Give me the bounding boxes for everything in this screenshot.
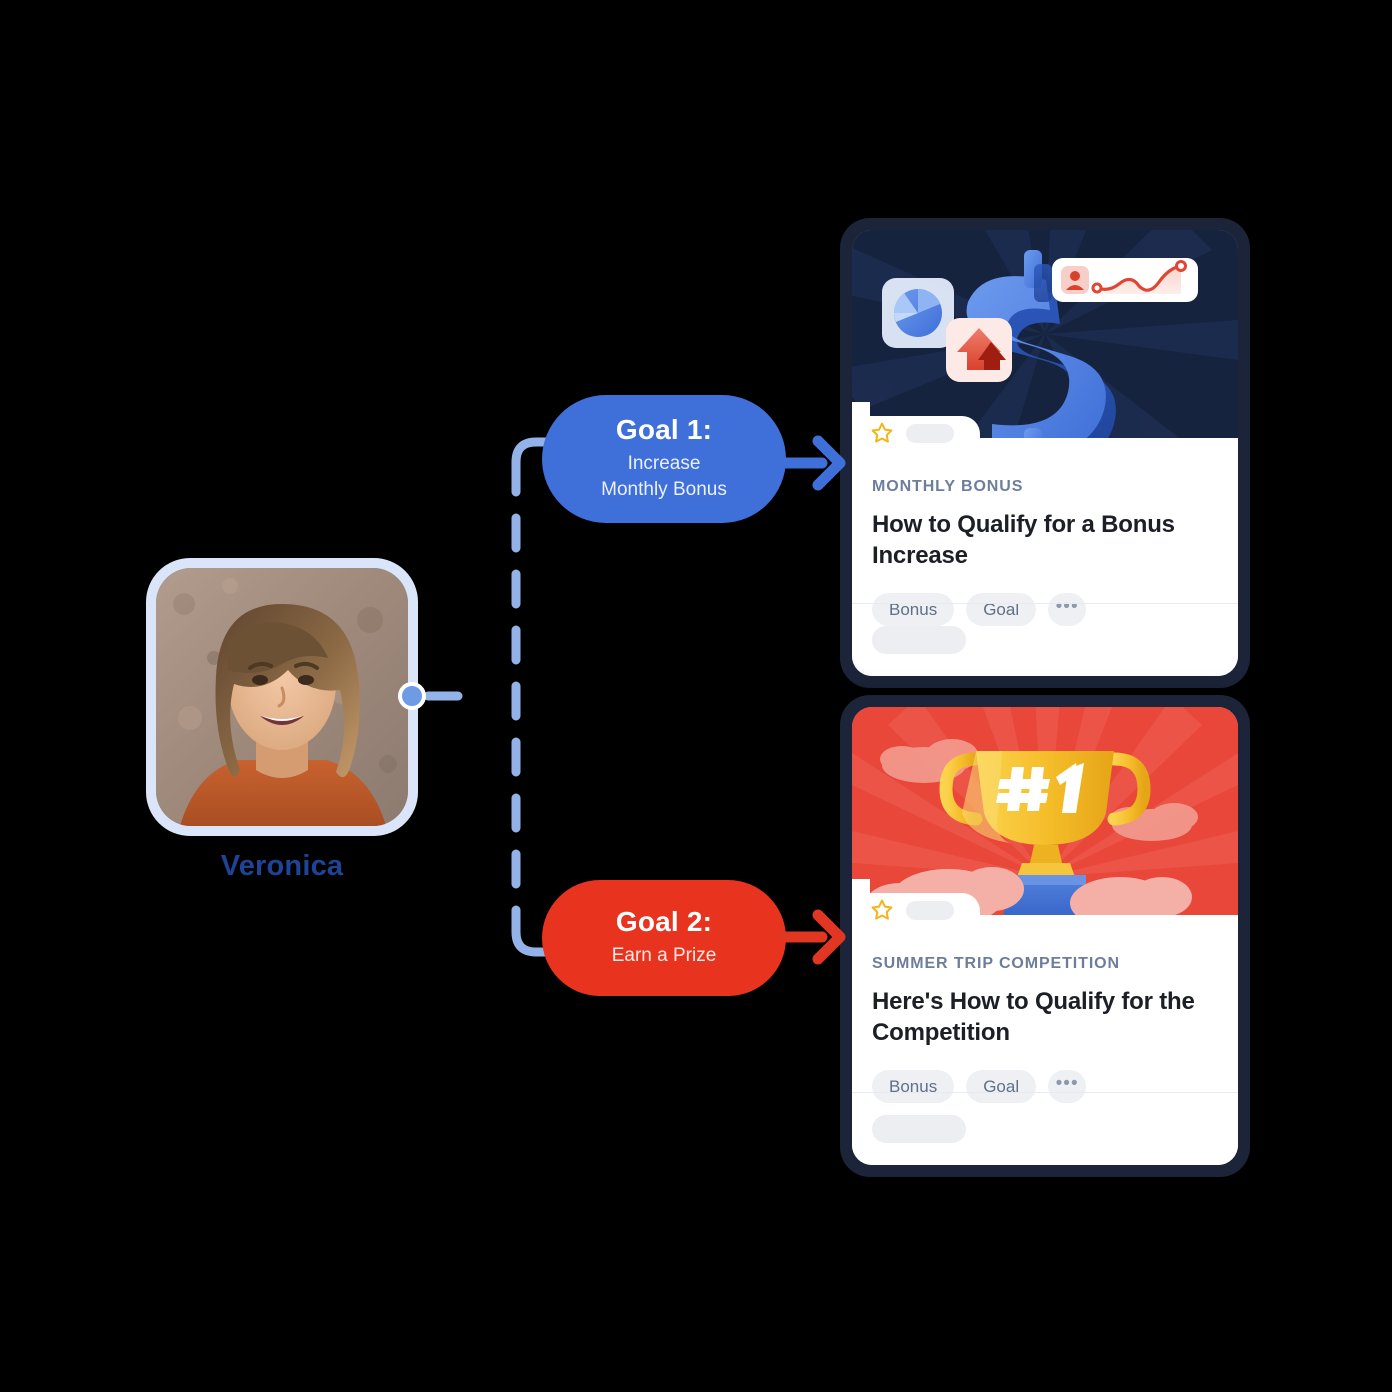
arrow-goal1-to-card1 bbox=[778, 435, 846, 491]
card-2-notch-bar bbox=[852, 927, 1238, 937]
card-1-title: How to Qualify for a Bonus Increase bbox=[872, 511, 1175, 569]
card-2-footer-placeholder bbox=[872, 1115, 966, 1143]
card-1-chip-bonus[interactable]: Bonus bbox=[872, 593, 955, 627]
avatar bbox=[156, 568, 408, 826]
card-1-divider bbox=[852, 603, 1238, 604]
goal-pill-2[interactable]: Goal 2: Earn a Prize bbox=[542, 880, 786, 996]
goal-2-title: Goal 2: bbox=[615, 906, 713, 938]
card-1-eyebrow: MONTHLY BONUS bbox=[872, 478, 1024, 495]
goal-1-subtitle: Increase Monthly Bonus bbox=[601, 451, 727, 502]
star-outline-icon[interactable] bbox=[870, 898, 894, 922]
card-2-header-placeholder bbox=[906, 900, 954, 920]
card-1-footer-placeholder bbox=[872, 626, 966, 654]
goal-2-subtitle: Earn a Prize bbox=[611, 945, 717, 967]
card-2-chip-goal[interactable]: Goal bbox=[966, 1070, 1037, 1104]
goal-pill-1[interactable]: Goal 1: Increase Monthly Bonus bbox=[542, 395, 786, 523]
star-outline-icon[interactable] bbox=[870, 421, 894, 445]
card-2-chip-row: Bonus Goal ••• bbox=[872, 1070, 1218, 1104]
card-2-hero-illustration bbox=[852, 707, 1238, 915]
card-1-chip-row: Bonus Goal ••• bbox=[872, 593, 1218, 627]
diagram-canvas: Veronica Goal 1: Increase Monthly Bonus … bbox=[0, 0, 1392, 1392]
card-2-eyebrow: SUMMER TRIP COMPETITION bbox=[872, 955, 1120, 972]
card-2-inner: SUMMER TRIP COMPETITION Here's How to Qu… bbox=[852, 707, 1238, 1165]
card-1-more-options-button[interactable]: ••• bbox=[1048, 593, 1087, 627]
arrow-goal2-to-card2 bbox=[778, 909, 846, 965]
card-2-header-notch bbox=[852, 879, 980, 927]
goal-1-subtitle-line1: Increase bbox=[627, 453, 701, 475]
card-1-chip-goal[interactable]: Goal bbox=[966, 593, 1037, 627]
card-2-divider bbox=[852, 1092, 1238, 1093]
person-avatar-block: Veronica bbox=[146, 558, 418, 882]
card-2-body: SUMMER TRIP COMPETITION Here's How to Qu… bbox=[852, 937, 1238, 1165]
card-1-notch-bar bbox=[852, 450, 1238, 460]
content-card-competition[interactable]: SUMMER TRIP COMPETITION Here's How to Qu… bbox=[840, 695, 1250, 1177]
content-card-bonus[interactable]: MONTHLY BONUS How to Qualify for a Bonus… bbox=[840, 218, 1250, 688]
goal-1-subtitle-line2: Monthly Bonus bbox=[601, 478, 727, 500]
card-1-body: MONTHLY BONUS How to Qualify for a Bonus… bbox=[852, 460, 1238, 676]
connector-node-dot bbox=[398, 682, 426, 710]
card-1-inner: MONTHLY BONUS How to Qualify for a Bonus… bbox=[852, 230, 1238, 676]
card-1-header-notch bbox=[852, 402, 980, 450]
card-1-footer bbox=[872, 626, 966, 654]
goal-1-title: Goal 1: bbox=[615, 414, 713, 446]
card-2-footer bbox=[872, 1115, 966, 1143]
card-2-title: Here's How to Qualify for the Competitio… bbox=[872, 988, 1195, 1046]
card-2-chip-bonus[interactable]: Bonus bbox=[872, 1070, 955, 1104]
card-2-more-options-button[interactable]: ••• bbox=[1048, 1070, 1087, 1104]
person-name-label: Veronica bbox=[220, 850, 344, 882]
card-1-header-placeholder bbox=[906, 423, 954, 443]
card-1-hero-illustration bbox=[852, 230, 1238, 438]
